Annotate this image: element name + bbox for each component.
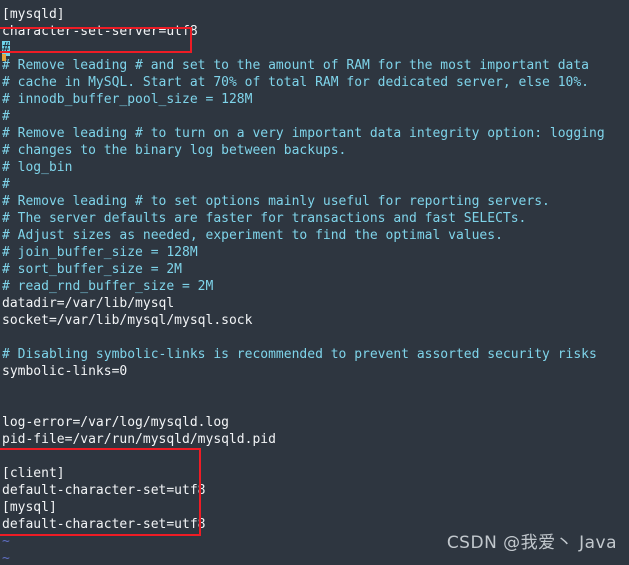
editor-line (2, 397, 629, 414)
editor-line-text: symbolic-links=0 (2, 364, 128, 379)
editor-line-text: # The server defaults are faster for tra… (2, 211, 527, 226)
terminal-screen: [mysqld] character-set-server=utf8 # # Remo… (0, 0, 629, 565)
editor-line-text: log-error=/var/log/mysqld.log (2, 415, 229, 430)
editor-line-text: # Disabling symbolic-links is recommende… (2, 347, 597, 362)
editor-line: # (2, 40, 629, 57)
editor-line-text: pid-file=/var/run/mysqld/mysqld.pid (2, 432, 276, 447)
editor-line (2, 329, 629, 346)
editor-line: # The server defaults are faster for tra… (2, 210, 629, 227)
editor-line: [mysql] (2, 499, 629, 516)
editor-line: # cache in MySQL. Start at 70% of total … (2, 74, 629, 91)
editor-line-text (2, 449, 10, 464)
cursor-tick-marker (2, 54, 6, 61)
editor-line: # Adjust sizes as needed, experiment to … (2, 227, 629, 244)
editor-line-text (2, 381, 10, 396)
editor-line-text: default-character-set=utf8 (2, 483, 206, 498)
editor-line: pid-file=/var/run/mysqld/mysqld.pid (2, 431, 629, 448)
editor-line-text: # log_bin (2, 160, 73, 175)
editor-line: # join_buffer_size = 128M (2, 244, 629, 261)
editor-line-text: [client] (2, 466, 65, 481)
editor-line-text: [mysqld] (2, 7, 65, 22)
editor-line: # sort_buffer_size = 2M (2, 261, 629, 278)
editor-line: # Remove leading # to set options mainly… (2, 193, 629, 210)
editor-line-text: ~ (2, 534, 10, 549)
editor-line: # changes to the binary log between back… (2, 142, 629, 159)
editor-line-text: default-character-set=utf8 (2, 517, 206, 532)
editor-line: character-set-server=utf8 (2, 23, 629, 40)
editor-line-text: character-set-server=utf8 (2, 24, 198, 39)
editor-line-text: # Remove leading # and set to the amount… (2, 58, 589, 73)
editor-line: # (2, 108, 629, 125)
editor-line: # Disabling symbolic-links is recommende… (2, 346, 629, 363)
editor-line: # read_rnd_buffer_size = 2M (2, 278, 629, 295)
editor-line-text: # Remove leading # to set options mainly… (2, 194, 550, 209)
editor-line-text: # join_buffer_size = 128M (2, 245, 198, 260)
editor-line: # (2, 176, 629, 193)
editor-line-text: # cache in MySQL. Start at 70% of total … (2, 75, 589, 90)
editor-line: log-error=/var/log/mysqld.log (2, 414, 629, 431)
editor-line-text: # innodb_buffer_pool_size = 128M (2, 92, 253, 107)
editor-line (2, 448, 629, 465)
editor-line-text: # sort_buffer_size = 2M (2, 262, 183, 277)
editor-line: socket=/var/lib/mysql/mysql.sock (2, 312, 629, 329)
editor-line-text: [mysql] (2, 500, 57, 515)
editor-line-text: datadir=/var/lib/mysql (2, 296, 175, 311)
csdn-watermark: CSDN @我爱丶 Java (446, 533, 617, 553)
editor-line-text: # Remove leading # to turn on a very imp… (2, 126, 605, 141)
editor-line-text: # Adjust sizes as needed, experiment to … (2, 228, 503, 243)
editor-line: # Remove leading # to turn on a very imp… (2, 125, 629, 142)
editor-line: datadir=/var/lib/mysql (2, 295, 629, 312)
editor-line-text: ~ (2, 551, 10, 565)
editor-line-text: # changes to the binary log between back… (2, 143, 347, 158)
editor-line-text: socket=/var/lib/mysql/mysql.sock (2, 313, 253, 328)
editor-line-text: # (2, 109, 10, 124)
editor-line: symbolic-links=0 (2, 363, 629, 380)
editor-line-text: # read_rnd_buffer_size = 2M (2, 279, 214, 294)
editor-text-area[interactable]: [mysqld] character-set-server=utf8 # # Remo… (0, 0, 629, 565)
editor-line-text (2, 330, 10, 345)
editor-line: default-character-set=utf8 (2, 482, 629, 499)
editor-line: # Remove leading # and set to the amount… (2, 57, 629, 74)
editor-line (2, 380, 629, 397)
editor-line: # log_bin (2, 159, 629, 176)
editor-line: [mysqld] (2, 6, 629, 23)
editor-line-text (2, 398, 10, 413)
editor-line: # innodb_buffer_pool_size = 128M (2, 91, 629, 108)
editor-line-text: # (2, 177, 10, 192)
editor-line: [client] (2, 465, 629, 482)
